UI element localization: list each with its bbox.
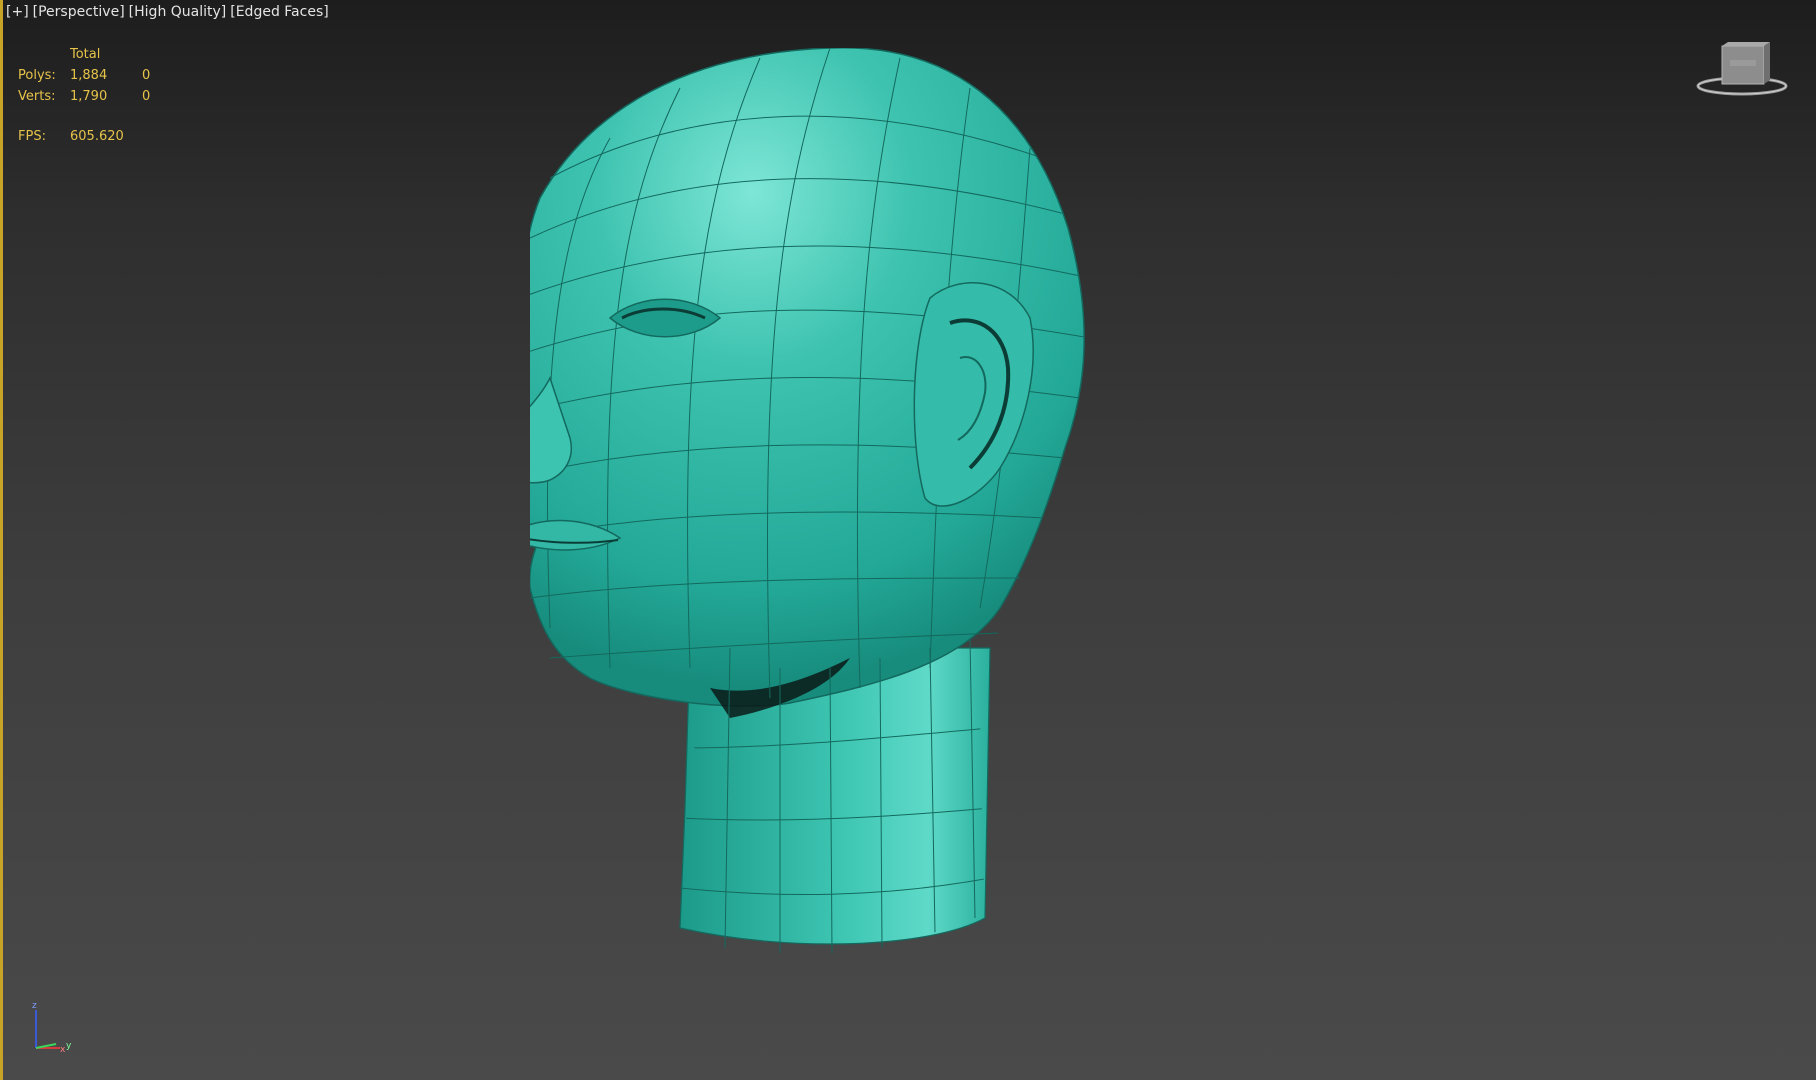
viewport-point-of-view-menu[interactable]: [Perspective] bbox=[33, 4, 125, 20]
stats-verts-row: Verts: 1,790 0 bbox=[18, 86, 182, 107]
viewport-perspective[interactable]: [+] [Perspective] [High Quality] [Edged … bbox=[0, 0, 1816, 1080]
polys-label: Polys: bbox=[18, 68, 56, 83]
verts-selected: 0 bbox=[142, 89, 151, 104]
viewport-label-menu[interactable]: [+] [Perspective] [High Quality] [Edged … bbox=[6, 4, 329, 20]
axis-y-label: y bbox=[66, 1041, 72, 1051]
verts-total: 1,790 bbox=[70, 89, 108, 104]
viewcube-icon[interactable] bbox=[1694, 40, 1794, 102]
statistics-overlay: Total Polys: 1,884 0 Verts: 1,790 0 FPS:… bbox=[18, 44, 182, 147]
viewport-general-menu[interactable]: [+] bbox=[6, 4, 29, 20]
axis-z-label: z bbox=[32, 1001, 37, 1011]
fps-label: FPS: bbox=[18, 129, 46, 144]
stats-fps-row: FPS: 605.620 bbox=[18, 126, 182, 147]
verts-label: Verts: bbox=[18, 89, 56, 104]
viewport-shading-menu[interactable]: [Edged Faces] bbox=[230, 4, 328, 20]
stats-polys-row: Polys: 1,884 0 bbox=[18, 65, 182, 86]
stats-header-row: Total bbox=[18, 44, 182, 65]
stats-total-header: Total bbox=[70, 47, 101, 62]
polys-selected: 0 bbox=[142, 68, 151, 83]
active-viewport-border bbox=[0, 0, 3, 1080]
fps-value: 605.620 bbox=[70, 129, 124, 144]
polys-total: 1,884 bbox=[70, 68, 108, 83]
viewport-quality-menu[interactable]: [High Quality] bbox=[129, 4, 227, 20]
axis-tripod-icon: z x y bbox=[32, 1001, 72, 1055]
head-mesh-model[interactable] bbox=[530, 48, 1250, 1028]
